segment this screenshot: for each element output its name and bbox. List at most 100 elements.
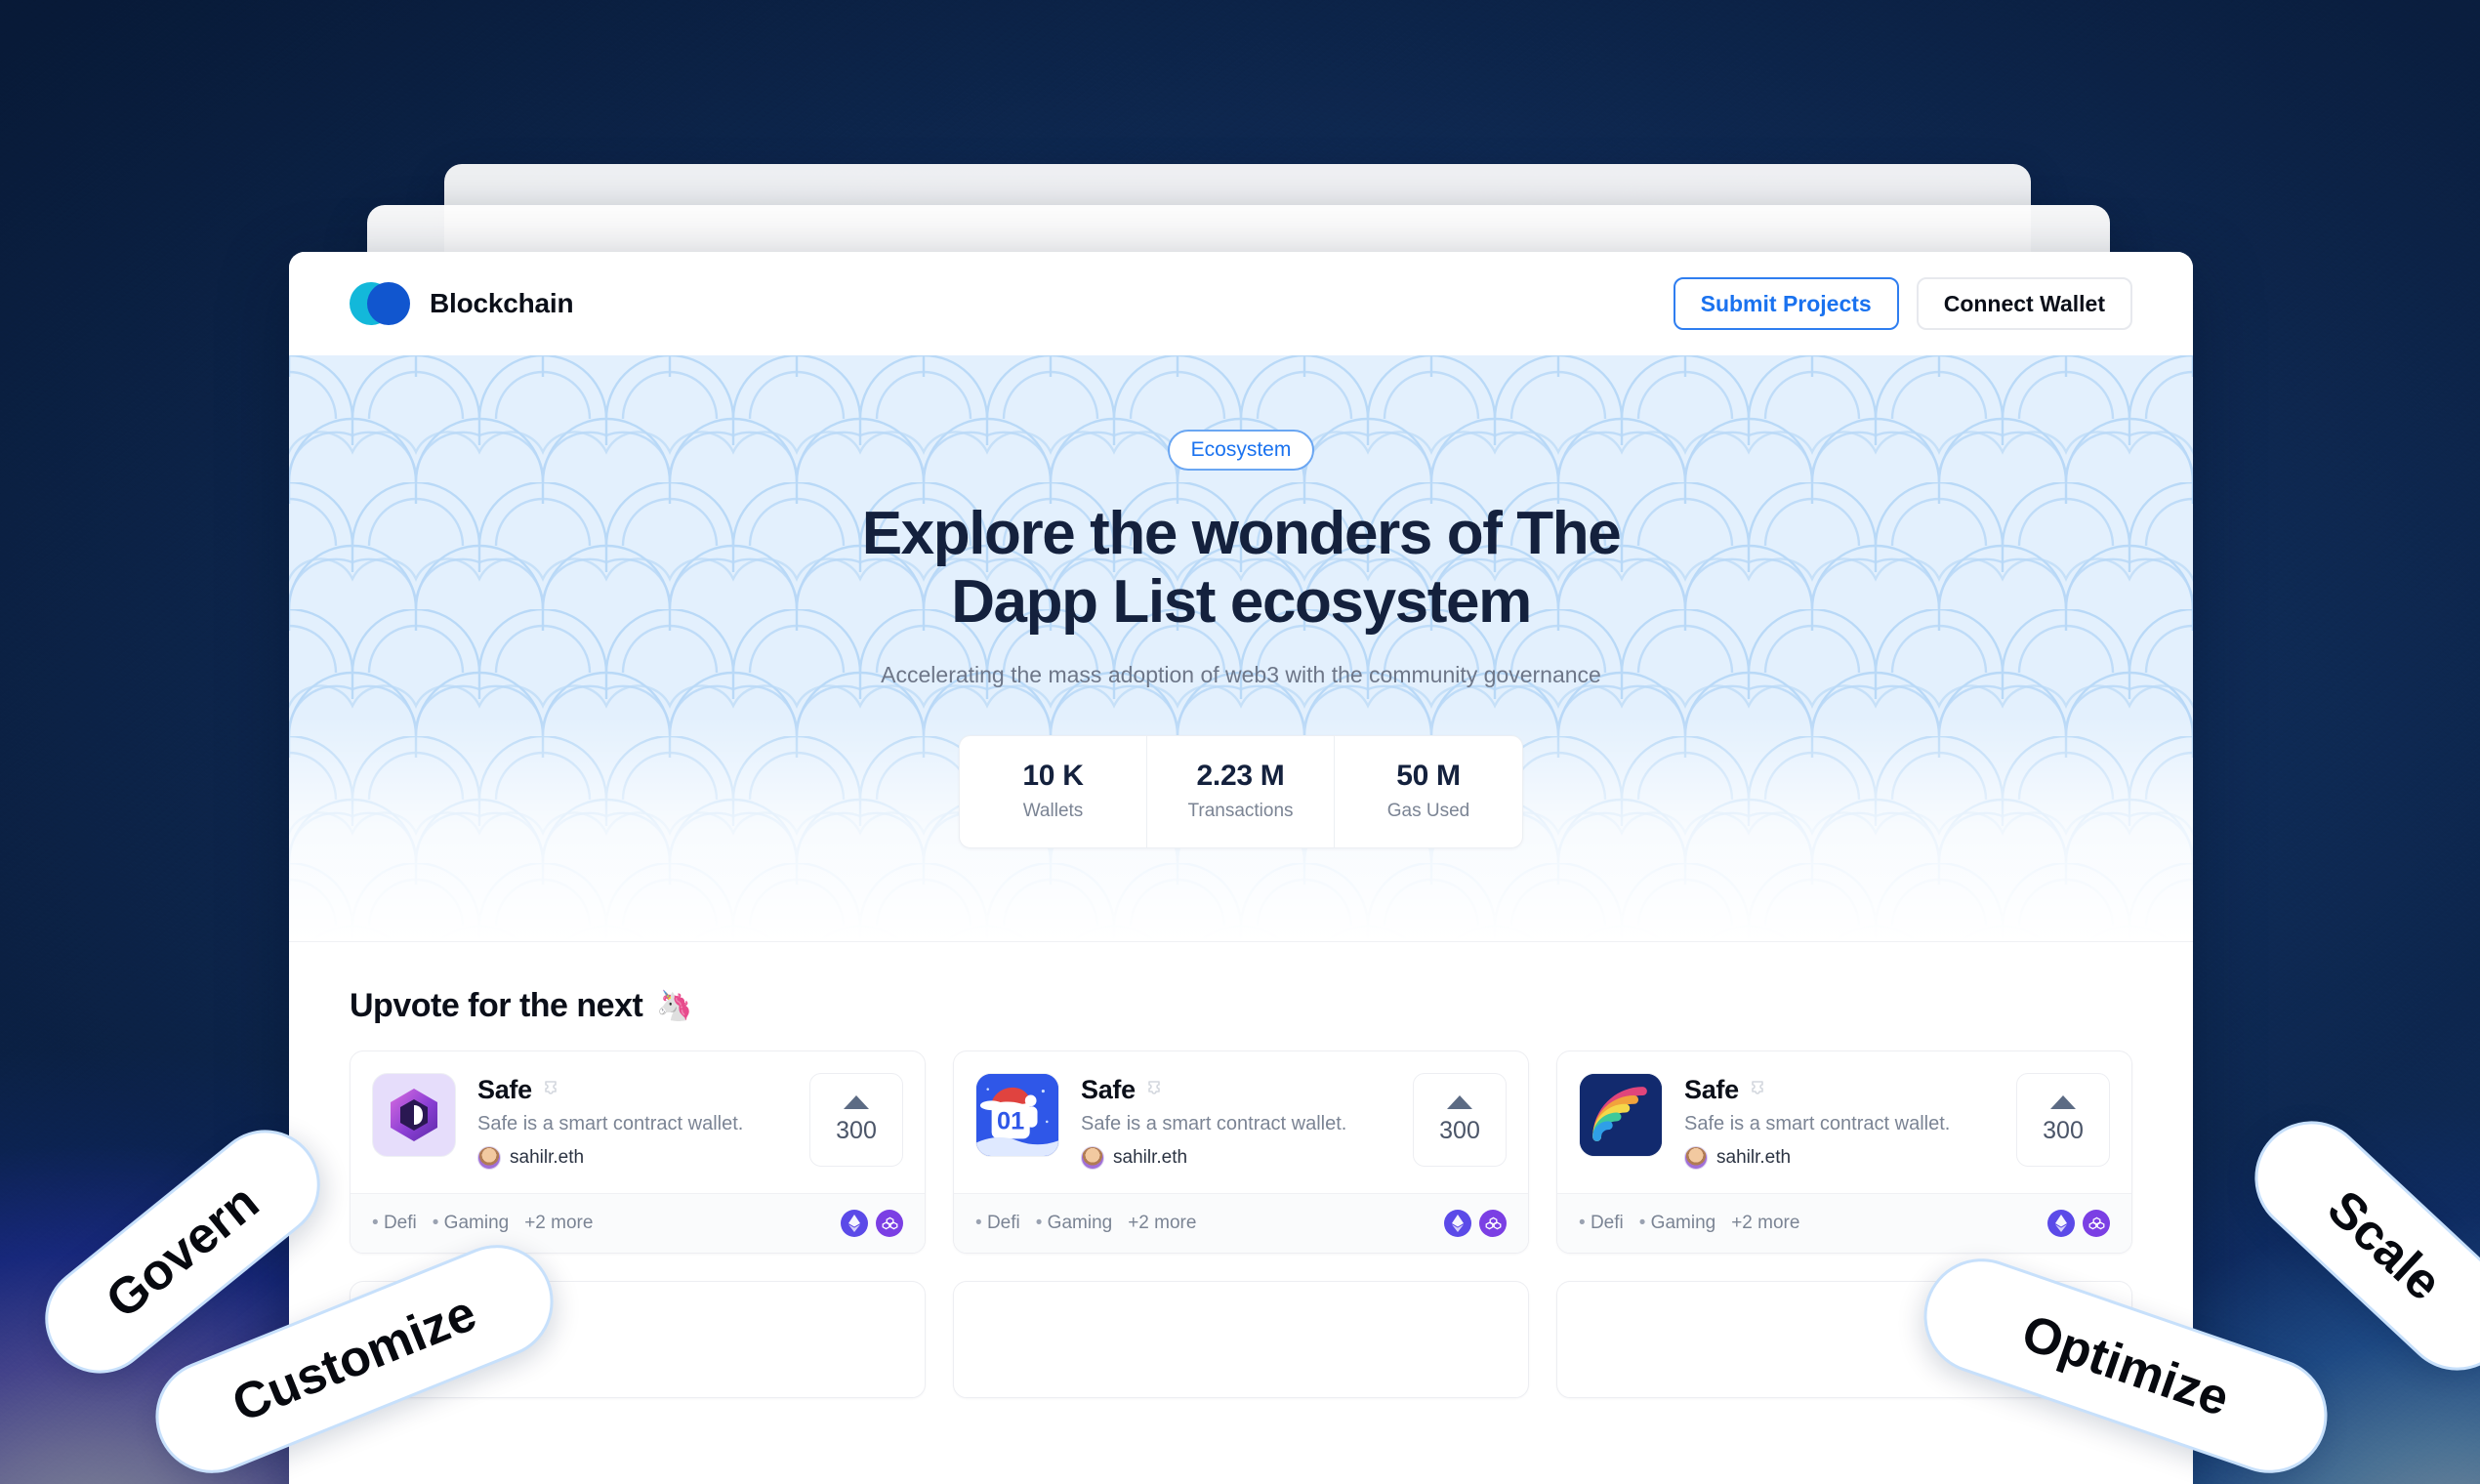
upvote-count: 300 [2043,1116,2084,1144]
ethereum-icon [1444,1210,1471,1237]
tag[interactable]: Defi [975,1213,1020,1234]
project-meta: Safe Safe is a smart contract wallet. sa… [1081,1073,1391,1170]
upvote-button[interactable]: 300 [2016,1073,2110,1167]
chain-icons [1444,1210,1507,1237]
tag-list: Defi Gaming +2 more [1579,1213,1800,1234]
site-header: Blockchain Submit Projects Connect Walle… [289,252,2193,355]
brand-logo[interactable]: Blockchain [350,282,574,325]
project-card[interactable]: 01 Safe Safe is a smart contract wallet.… [953,1051,1529,1254]
tag[interactable]: Gaming [1036,1213,1113,1234]
project-owner: sahilr.eth [1684,1146,1995,1170]
upvote-count: 300 [836,1116,877,1144]
polygon-icon [876,1210,903,1237]
owner-name: sahilr.eth [510,1147,585,1168]
rainbow-logo-icon [1579,1073,1663,1157]
project-card-body: Safe Safe is a smart contract wallet. sa… [1557,1051,2131,1193]
hero-title-line-2: Dapp List ecosystem [951,568,1532,637]
project-card[interactable]: Safe Safe is a smart contract wallet. sa… [350,1051,926,1254]
hero-content: Ecosystem Explore the wonders of The Dap… [289,355,2193,849]
hero-section: Ecosystem Explore the wonders of The Dap… [289,355,2193,941]
hero-subtitle: Accelerating the mass adoption of web3 w… [881,662,1601,688]
page-backdrop: Blockchain Submit Projects Connect Walle… [0,0,2480,1484]
chain-icons [841,1210,903,1237]
ethereum-icon [841,1210,868,1237]
project-name: Safe [1684,1075,1739,1104]
avatar [1081,1146,1104,1170]
stat-transactions: 2.23 M Transactions [1147,736,1335,848]
safe-hexagon-logo-icon [372,1073,456,1157]
upvote-heading-text: Upvote for the next [350,987,643,1024]
page-title: Explore the wonders of The Dapp List eco… [861,500,1622,637]
stats-row: 10 K Wallets 2.23 M Transactions 50 M Ga… [959,735,1523,849]
project-card-footer: Defi Gaming +2 more [954,1193,1528,1253]
tag[interactable]: Defi [372,1213,417,1234]
project-meta: Safe Safe is a smart contract wallet. sa… [477,1073,788,1170]
stat-label: Transactions [1187,801,1294,822]
ecosystem-badge[interactable]: Ecosystem [1167,430,1315,471]
submit-projects-button[interactable]: Submit Projects [1673,277,1899,330]
project-name: Safe [477,1075,532,1104]
connect-wallet-button[interactable]: Connect Wallet [1916,277,2132,330]
upvote-heading: Upvote for the next 🦄 [350,987,2132,1025]
tag-more[interactable]: +2 more [524,1213,593,1234]
avatar [477,1146,501,1170]
upvote-arrow-icon [2050,1094,2076,1109]
calendar-01-santa-logo-icon: 01 [975,1073,1059,1157]
project-card[interactable]: Safe Safe is a smart contract wallet. sa… [1556,1051,2132,1254]
tag-more[interactable]: +2 more [1128,1213,1196,1234]
upvote-section: Upvote for the next 🦄 Safe Safe is a sma… [289,942,2193,1398]
project-title-row: Safe [477,1075,788,1105]
puzzle-piece-icon [1148,1080,1160,1094]
blockchain-logo-icon [350,282,410,325]
project-card-footer: Defi Gaming +2 more [351,1193,925,1253]
project-card-footer: Defi Gaming +2 more [1557,1193,2131,1253]
ethereum-icon [2047,1210,2075,1237]
project-title-row: Safe [1684,1075,1995,1105]
project-description: Safe is a smart contract wallet. [1081,1113,1347,1134]
tag-list: Defi Gaming +2 more [975,1213,1197,1234]
svg-text:01: 01 [997,1108,1024,1135]
puzzle-piece-icon [545,1080,557,1094]
project-title-row: Safe [1081,1075,1391,1105]
project-owner: sahilr.eth [477,1146,788,1170]
header-actions: Submit Projects Connect Wallet [1673,277,2132,330]
upvote-arrow-icon [1447,1094,1472,1109]
upvote-count: 300 [1439,1116,1480,1144]
stat-value: 50 M [1396,760,1461,793]
upvote-arrow-icon [844,1094,869,1109]
app-window: Blockchain Submit Projects Connect Walle… [289,252,2193,1484]
polygon-icon [2083,1210,2110,1237]
tag[interactable]: Gaming [1639,1213,1716,1234]
stat-label: Gas Used [1386,801,1470,822]
brand-name: Blockchain [430,288,574,318]
project-owner: sahilr.eth [1081,1146,1391,1170]
stat-label: Wallets [1022,801,1084,822]
upvote-button[interactable]: 300 [809,1073,903,1167]
avatar [1684,1146,1708,1170]
unicorn-emoji-icon: 🦄 [656,990,693,1022]
stat-value: 10 K [1022,760,1084,793]
owner-name: sahilr.eth [1716,1147,1792,1168]
project-name: Safe [1081,1075,1136,1104]
tag[interactable]: Gaming [433,1213,510,1234]
polygon-icon [1479,1210,1507,1237]
project-card[interactable] [953,1281,1529,1398]
chain-icons [2047,1210,2110,1237]
project-card-grid-row-2 [350,1281,2132,1398]
project-card-body: Safe Safe is a smart contract wallet. sa… [351,1051,925,1193]
tag[interactable]: Defi [1579,1213,1624,1234]
project-description: Safe is a smart contract wallet. [1684,1113,1951,1134]
project-card-grid: Safe Safe is a smart contract wallet. sa… [350,1051,2132,1254]
tag-list: Defi Gaming +2 more [372,1213,594,1234]
puzzle-piece-icon [1752,1080,1763,1094]
tag-more[interactable]: +2 more [1731,1213,1799,1234]
project-meta: Safe Safe is a smart contract wallet. sa… [1684,1073,1995,1170]
upvote-button[interactable]: 300 [1413,1073,1507,1167]
hero-title-line-1: Explore the wonders of The [861,500,1622,567]
stat-value: 2.23 M [1196,760,1285,793]
project-description: Safe is a smart contract wallet. [477,1113,744,1134]
stat-wallets: 10 K Wallets [960,736,1147,848]
project-card-body: 01 Safe Safe is a smart contract wallet.… [954,1051,1528,1193]
owner-name: sahilr.eth [1113,1147,1188,1168]
stat-gas-used: 50 M Gas Used [1335,736,1522,847]
